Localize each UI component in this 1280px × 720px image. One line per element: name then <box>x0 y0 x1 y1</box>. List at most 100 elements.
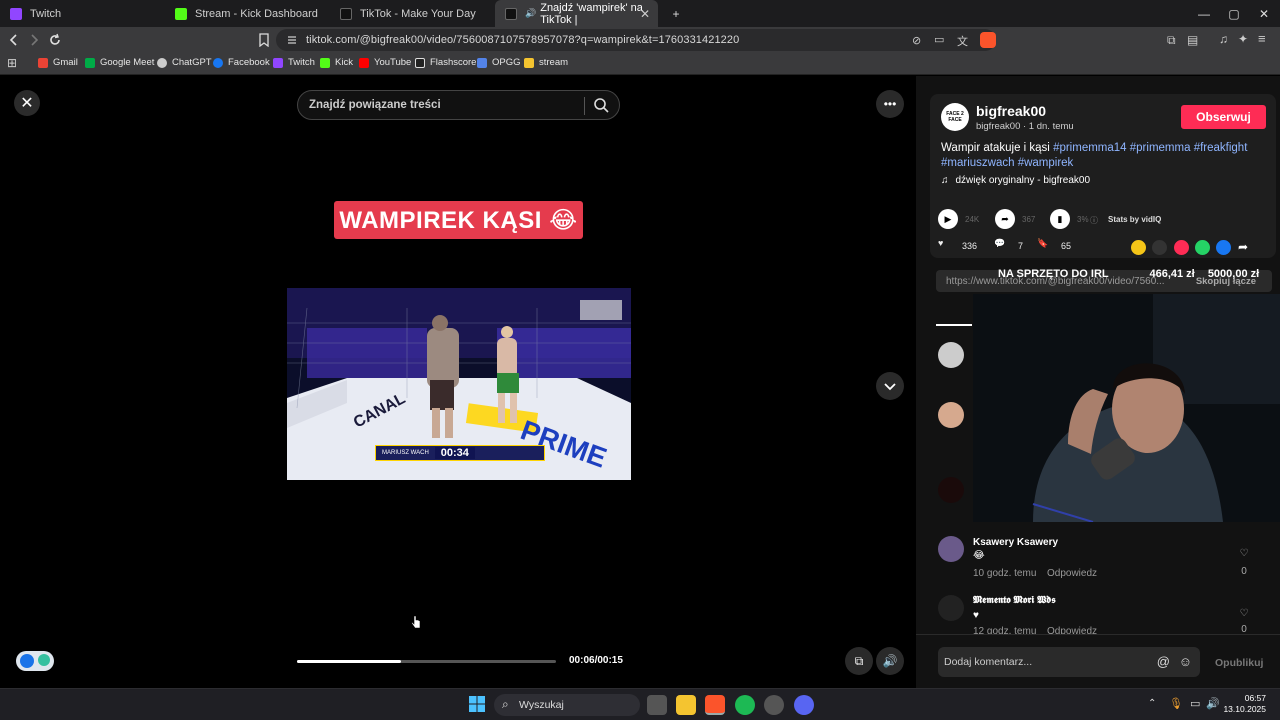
comment-placeholder: Dodaj komentarz... <box>944 656 1033 668</box>
translate-icon[interactable]: 文 <box>957 33 968 49</box>
comment-like-icon[interactable]: ♡ <box>1234 608 1254 619</box>
system-clock[interactable]: 06:57 13.10.2025 <box>1223 693 1266 715</box>
emoji-icon[interactable]: ☺ <box>1179 654 1192 669</box>
facebook-share-icon[interactable] <box>1216 240 1231 255</box>
address-bar[interactable]: tiktok.com/@bigfreak00/video/75600871075… <box>276 29 996 51</box>
sound-link[interactable]: ♫ dźwięk oryginalny - bigfreak00 <box>941 175 1090 186</box>
video-progress-bar[interactable] <box>297 660 556 663</box>
brave-shields-icon[interactable] <box>980 32 996 48</box>
bookmark-opgg[interactable]: OPGG <box>477 57 521 68</box>
cast-off-icon[interactable]: ⊘ <box>912 34 921 47</box>
follow-button[interactable]: Obserwuj <box>1181 105 1266 129</box>
chevron-up-icon[interactable]: ⌃ <box>1148 698 1156 709</box>
kick-icon <box>320 57 330 68</box>
volume-button[interactable]: 🔊 <box>876 647 904 675</box>
send-icon[interactable] <box>1174 240 1189 255</box>
navigation-bar: tiktok.com/@bigfreak00/video/75600871075… <box>0 27 1280 53</box>
author-avatar[interactable]: FACE 2 FACE <box>941 103 969 131</box>
comment-avatar[interactable] <box>938 595 964 621</box>
comment-avatar[interactable] <box>938 402 964 428</box>
tab-tiktok-home[interactable]: TikTok - Make Your Day <box>330 0 495 27</box>
bookmark-gmail[interactable]: Gmail <box>38 57 78 68</box>
menu-icon[interactable]: ≡ <box>1258 31 1266 46</box>
tab-kick-dashboard[interactable]: Stream - Kick Dashboard <box>165 0 330 27</box>
tab-close-icon[interactable]: ✕ <box>640 7 650 21</box>
info-icon[interactable]: ⓘ <box>1090 215 1098 226</box>
search-icon[interactable] <box>593 97 609 113</box>
bookmark-youtube[interactable]: YouTube <box>359 57 411 68</box>
next-video-button[interactable] <box>876 372 904 400</box>
comment-input[interactable]: Dodaj komentarz... @ ☺ <box>938 647 1200 677</box>
bookmark-icon <box>259 33 269 47</box>
extensions-icon[interactable]: ⧉ <box>1167 33 1176 48</box>
bookmark-flashscore[interactable]: Flashscore <box>415 57 476 68</box>
back-arrow-icon <box>9 34 17 46</box>
mention-icon[interactable]: @ <box>1157 654 1170 669</box>
hashtag-link[interactable]: #primemma <box>1130 142 1191 154</box>
close-window-button[interactable]: ✕ <box>1248 0 1280 27</box>
taskbar-search[interactable]: ⌕ Wyszukaj <box>494 694 640 716</box>
media-icon[interactable]: ♫ <box>1219 32 1228 46</box>
back-button[interactable] <box>4 31 24 49</box>
share-more-icon[interactable]: ➦ <box>1238 240 1253 255</box>
microphone-icon[interactable]: 🎙 <box>1169 697 1183 710</box>
hashtag-link[interactable]: #wampirek <box>1018 157 1074 169</box>
comment-like-count: 0 <box>1241 624 1247 634</box>
volume-icon[interactable]: 🔊 <box>1206 697 1220 710</box>
task-view-icon[interactable] <box>647 695 667 715</box>
windows-start-icon[interactable] <box>468 695 488 715</box>
related-search-input[interactable]: Znajdź powiązane treści <box>297 90 620 120</box>
spotify-icon[interactable] <box>735 695 755 715</box>
leo-ai-icon[interactable]: ✦ <box>1238 32 1248 46</box>
publish-button[interactable]: Opublikuj <box>1215 657 1263 669</box>
forward-button[interactable] <box>24 31 44 49</box>
bookmark-twitch[interactable]: Twitch <box>273 57 315 68</box>
comment-author[interactable]: 𝕸𝖊𝖒𝖊𝖓𝖙𝖔 𝕸𝖔𝖗𝖎 𝖂𝖉𝖘 <box>973 595 1056 606</box>
like-button[interactable]: ♥ 336 <box>938 238 977 254</box>
save-button[interactable]: 🔖 65 <box>1037 238 1071 254</box>
site-settings-icon[interactable] <box>286 34 298 46</box>
maximize-icon: ▢ <box>1228 6 1240 21</box>
comment-author[interactable]: Ksawery Ksawery <box>973 537 1058 548</box>
close-viewer-button[interactable]: ✕ <box>14 90 40 116</box>
hashtag-link[interactable]: #mariuszwach <box>941 157 1015 169</box>
more-options-button[interactable]: ••• <box>876 90 904 118</box>
twitch-icon <box>10 7 22 20</box>
comment-avatar[interactable] <box>938 477 964 503</box>
whatsapp-icon[interactable] <box>1195 240 1210 255</box>
embed-icon[interactable] <box>1152 240 1167 255</box>
reply-button[interactable]: Odpowiedz <box>1047 626 1097 634</box>
tab-tiktok-search[interactable]: 🔊 Znajdź 'wampirek' na TikTok | ✕ <box>495 0 658 27</box>
file-explorer-icon[interactable] <box>676 695 696 715</box>
bookmark-facebook[interactable]: Facebook <box>213 57 270 68</box>
bookmark-kick[interactable]: Kick <box>320 57 353 68</box>
new-tab-button[interactable]: + <box>660 0 692 27</box>
screen-icon[interactable]: ▭ <box>934 33 944 46</box>
brave-browser-icon[interactable] <box>705 695 725 715</box>
bookmark-page-button[interactable] <box>254 31 274 49</box>
video-player[interactable]: Znajdź powiązane treści WAMPIREK KĄSI 😂 … <box>287 76 631 688</box>
hashtag-link[interactable]: #primemma14 <box>1053 142 1127 154</box>
coin-icon[interactable] <box>1131 240 1146 255</box>
network-icon[interactable]: ▭ <box>1190 697 1200 710</box>
author-name[interactable]: bigfreak00 <box>976 103 1046 119</box>
comment-like-icon[interactable]: ♡ <box>1234 548 1254 559</box>
app-icon[interactable] <box>764 695 784 715</box>
comments-button[interactable]: 💬 7 <box>994 238 1023 254</box>
extension-widget[interactable] <box>16 651 54 671</box>
minimize-button[interactable]: — <box>1188 0 1220 27</box>
hashtag-link[interactable]: #freakfight <box>1194 142 1248 154</box>
bookmark-folder-stream[interactable]: stream <box>524 57 568 68</box>
maximize-button[interactable]: ▢ <box>1218 0 1250 27</box>
bookmark-chatgpt[interactable]: ChatGPT <box>157 57 212 68</box>
discord-icon[interactable] <box>794 695 814 715</box>
comment-avatar[interactable] <box>938 342 964 368</box>
apps-grid-icon[interactable]: ⊞ <box>7 56 17 70</box>
reload-button[interactable] <box>45 31 65 49</box>
pip-button[interactable]: ⧉ <box>845 647 873 675</box>
comment-avatar[interactable] <box>938 536 964 562</box>
sidebar-icon[interactable]: ▤ <box>1187 33 1198 47</box>
tab-twitch[interactable]: Twitch <box>0 0 165 27</box>
reply-button[interactable]: Odpowiedz <box>1047 568 1097 579</box>
bookmark-google-meet[interactable]: Google Meet <box>85 57 154 68</box>
